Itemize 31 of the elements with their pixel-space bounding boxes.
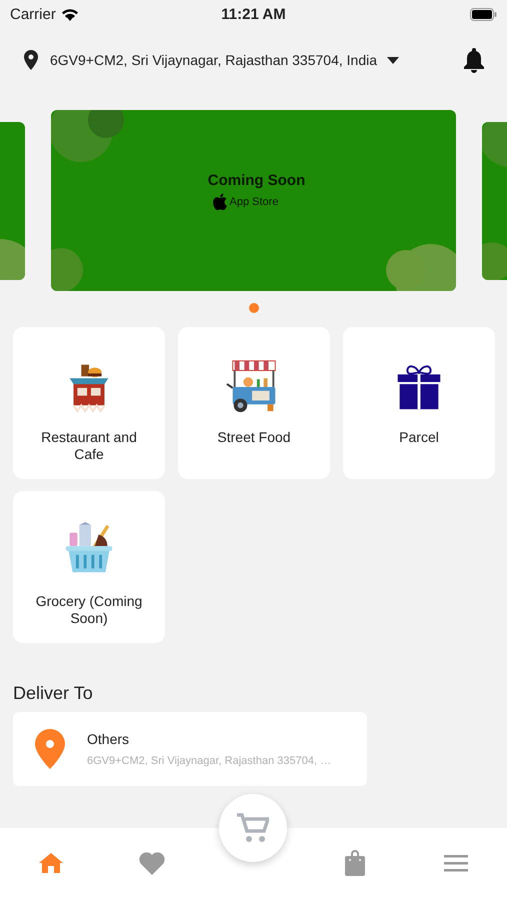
- section-heading: Deliver To: [13, 683, 94, 704]
- category-label: Grocery (Coming Soon): [34, 593, 144, 627]
- status-time: 11:21 AM: [221, 6, 286, 22]
- carousel-dot[interactable]: [248, 303, 258, 313]
- category-card[interactable]: Grocery (Coming Soon): [13, 491, 165, 643]
- location-pin-icon: [35, 729, 65, 769]
- battery-icon: [470, 8, 497, 20]
- menu-icon[interactable]: [444, 854, 468, 872]
- category-label: Street Food: [216, 429, 292, 446]
- shopping-cart-icon[interactable]: [237, 813, 270, 843]
- shopping-bag-icon[interactable]: [344, 850, 365, 876]
- address-card[interactable]: Others 6GV9+CM2, Sri Vijaynagar, Rajasthan 335704, …: [13, 712, 367, 786]
- address-selector[interactable]: 6GV9+CM2, Sri Vijaynagar, Rajasthan 335704, India: [50, 52, 378, 68]
- category-card[interactable]: Street Food: [178, 327, 330, 479]
- location-pin-icon: [24, 50, 38, 70]
- heart-icon[interactable]: [139, 852, 166, 874]
- caret-icon[interactable]: [387, 56, 400, 64]
- address-text: 6GV9+CM2, Sri Vijaynagar, Rajasthan 335704, …: [87, 755, 332, 767]
- banner-subtitle: App Store: [230, 196, 278, 208]
- wifi-icon: [60, 8, 79, 20]
- category-card[interactable]: Parcel: [343, 327, 495, 479]
- category-card[interactable]: Restaurant and Cafe: [13, 327, 165, 479]
- notification-bell-icon[interactable]: [463, 48, 485, 72]
- address-label: Others: [87, 731, 130, 747]
- apple-logo-icon: [212, 193, 227, 210]
- category-label: Restaurant and Cafe: [40, 429, 138, 463]
- category-label: Parcel: [398, 429, 440, 446]
- cart-button[interactable]: [219, 794, 288, 862]
- banner-title: Coming Soon: [208, 172, 306, 189]
- home-icon[interactable]: [38, 853, 63, 873]
- carrier-label: Carrier: [10, 6, 56, 22]
